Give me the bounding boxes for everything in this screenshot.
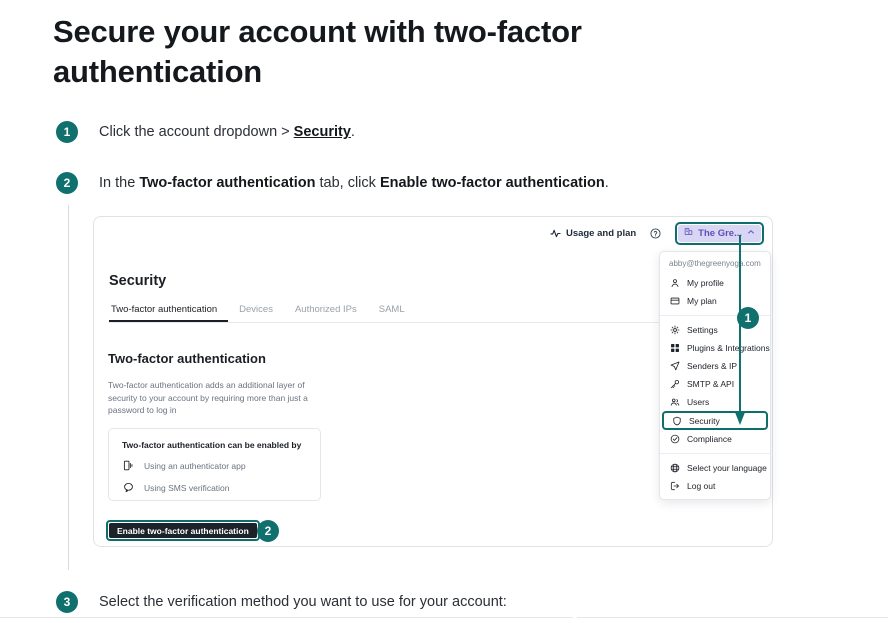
card-icon bbox=[669, 296, 680, 307]
menu-item-log-out[interactable]: Log out bbox=[660, 477, 770, 495]
callout-badge-2: 2 bbox=[257, 520, 279, 542]
sms-bubble-icon bbox=[122, 481, 135, 494]
security-tabs: Two-factor authentication Devices Author… bbox=[109, 304, 669, 323]
method-option-label-1: Using an authenticator app bbox=[144, 460, 246, 471]
callout-badge-1: 1 bbox=[737, 307, 759, 329]
embedded-app-screenshot: Usage and plan The Gre... Security Two-f… bbox=[93, 216, 773, 547]
menu-item-smtp-api[interactable]: SMTP & API bbox=[660, 375, 770, 393]
menu-label-users: Users bbox=[687, 397, 710, 407]
tab-two-factor-authentication[interactable]: Two-factor authentication bbox=[109, 304, 229, 322]
menu-divider-2 bbox=[660, 453, 770, 454]
step-1-suffix: . bbox=[350, 124, 355, 140]
bottom-divider bbox=[0, 617, 888, 618]
step-rail-divider bbox=[68, 205, 69, 570]
methods-info-box: Two-factor authentication can be enabled… bbox=[108, 428, 321, 501]
account-dropdown-button[interactable]: The Gre... bbox=[678, 224, 761, 242]
step-2-middle: tab, click bbox=[315, 175, 380, 191]
menu-item-select-your-language[interactable]: Select your language bbox=[660, 459, 770, 477]
account-dropdown-highlight: The Gre... bbox=[675, 221, 764, 245]
menu-item-users[interactable]: Users bbox=[660, 393, 770, 411]
help-circle-icon[interactable] bbox=[650, 227, 661, 239]
menu-item-security[interactable]: Security bbox=[662, 411, 768, 430]
menu-label-select-your-language: Select your language bbox=[687, 463, 767, 473]
callout-badge-2-number: 2 bbox=[257, 520, 279, 542]
step-2-bold-button: Enable two-factor authentication bbox=[379, 175, 605, 191]
step-2-suffix: . bbox=[604, 175, 609, 191]
menu-label-settings: Settings bbox=[687, 325, 718, 335]
send-icon bbox=[669, 361, 680, 372]
authenticator-app-icon bbox=[122, 459, 135, 472]
check-circle-icon bbox=[669, 434, 680, 445]
menu-label-smtp-api: SMTP & API bbox=[687, 379, 735, 389]
usage-and-plan-label: Usage and plan bbox=[565, 227, 637, 239]
menu-label-compliance: Compliance bbox=[687, 434, 732, 444]
step-1: 1 Click the account dropdown > Security. bbox=[56, 121, 355, 143]
tab-saml[interactable]: SAML bbox=[368, 304, 416, 322]
menu-item-my-profile[interactable]: My profile bbox=[660, 274, 770, 292]
step-badge-3: 3 bbox=[56, 591, 78, 613]
step-2-bold-tab: Two-factor authentication bbox=[139, 175, 316, 191]
globe-icon bbox=[669, 463, 680, 474]
usage-and-plan-link[interactable]: Usage and plan bbox=[550, 228, 636, 239]
step-2-text: In the Two-factor authentication tab, cl… bbox=[99, 172, 609, 194]
account-dropdown-label: The Gre... bbox=[698, 227, 742, 239]
building-icon bbox=[684, 227, 693, 239]
tab-authorized-ips[interactable]: Authorized IPs bbox=[284, 304, 368, 322]
step-3: 3 Select the verification method you wan… bbox=[56, 591, 507, 613]
step-2-prefix: In the bbox=[99, 175, 140, 191]
step-3-text: Select the verification method you want … bbox=[99, 594, 507, 610]
menu-item-plugins-integrations[interactable]: Plugins & Integrations bbox=[660, 339, 770, 357]
account-dropdown-menu: abby@thegreenyoga.com My profile My plan… bbox=[659, 251, 771, 500]
method-option-authenticator-app: Using an authenticator app bbox=[122, 459, 307, 472]
menu-item-compliance[interactable]: Compliance bbox=[660, 430, 770, 448]
users-icon bbox=[669, 397, 680, 408]
activity-pulse-icon bbox=[550, 228, 561, 239]
gear-icon bbox=[669, 325, 680, 336]
menu-label-plugins-integrations: Plugins & Integrations bbox=[687, 343, 770, 353]
menu-label-my-plan: My plan bbox=[687, 296, 717, 306]
key-icon bbox=[669, 379, 680, 390]
page-title: Secure your account with two-factor auth… bbox=[53, 14, 582, 89]
section-description: Two-factor authentication adds an additi… bbox=[108, 380, 308, 415]
step-2: 2 In the Two-factor authentication tab, … bbox=[56, 172, 609, 194]
method-option-sms: Using SMS verification bbox=[122, 481, 307, 494]
tab-devices[interactable]: Devices bbox=[228, 304, 284, 322]
menu-label-security: Security bbox=[689, 415, 720, 426]
step-1-text: Click the account dropdown > Security. bbox=[99, 121, 355, 143]
shield-icon bbox=[671, 415, 682, 426]
step-1-prefix: Click the account dropdown > bbox=[99, 124, 294, 140]
methods-box-title: Two-factor authentication can be enabled… bbox=[122, 440, 302, 450]
chevron-up-icon bbox=[747, 228, 755, 238]
enable-button-highlight: Enable two-factor authentication bbox=[106, 520, 260, 541]
menu-label-log-out: Log out bbox=[687, 481, 716, 491]
account-email: abby@thegreenyoga.com bbox=[669, 259, 761, 268]
logout-icon bbox=[669, 481, 680, 492]
security-page-title: Security bbox=[109, 273, 167, 289]
menu-label-my-profile: My profile bbox=[687, 278, 724, 288]
section-heading: Two-factor authentication bbox=[108, 351, 266, 366]
step-badge-2: 2 bbox=[56, 172, 78, 194]
enable-two-factor-authentication-button[interactable]: Enable two-factor authentication bbox=[109, 523, 257, 538]
user-icon bbox=[669, 278, 680, 289]
bottom-divider-gap bbox=[573, 617, 577, 618]
menu-item-senders-ip[interactable]: Senders & IP bbox=[660, 357, 770, 375]
method-option-label-2: Using SMS verification bbox=[144, 482, 230, 493]
menu-label-senders-ip: Senders & IP bbox=[687, 361, 738, 371]
step-badge-1: 1 bbox=[56, 121, 78, 143]
grid-icon bbox=[669, 343, 680, 354]
callout-badge-1-number: 1 bbox=[737, 307, 759, 329]
step-1-link-security[interactable]: Security bbox=[294, 124, 351, 140]
app-topbar: Usage and plan The Gre... bbox=[94, 217, 772, 249]
